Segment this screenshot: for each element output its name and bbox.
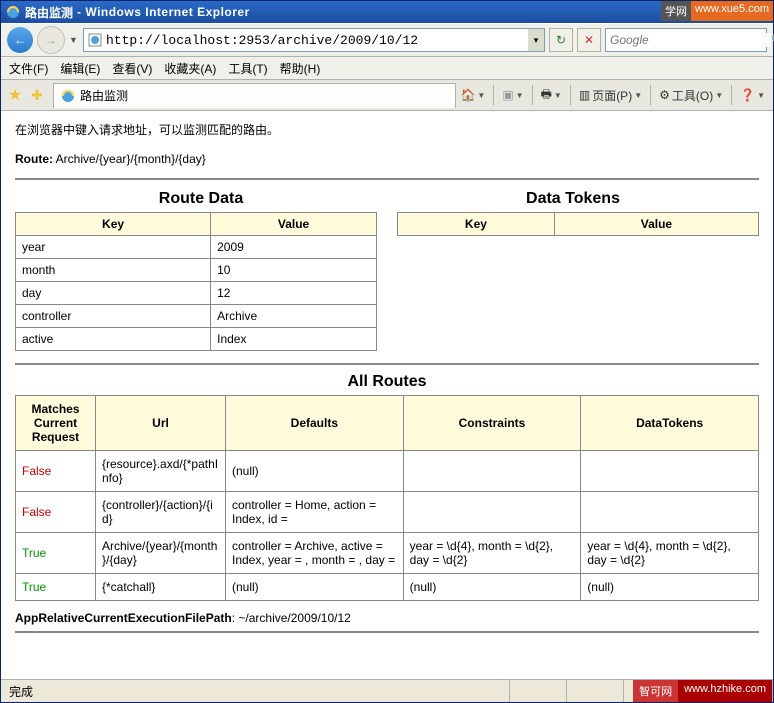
favorites-button[interactable]: ★ (5, 85, 25, 105)
back-button[interactable]: ← (7, 27, 33, 53)
th-matches: Matches Current Request (16, 396, 96, 451)
search-input[interactable] (606, 33, 771, 47)
all-routes-table: Matches Current Request Url Defaults Con… (15, 395, 759, 601)
menu-favorites[interactable]: 收藏夹(A) (164, 60, 216, 77)
page-icon-small: ▥ (579, 88, 590, 102)
rss-icon: ▣ (502, 88, 513, 102)
route-label: Route: (15, 152, 53, 166)
stop-button[interactable]: ✕ (577, 28, 601, 52)
th-datatokens: DataTokens (581, 396, 759, 451)
menu-help[interactable]: 帮助(H) (280, 60, 321, 77)
data-tokens-table: KeyValue (397, 212, 759, 236)
search-box[interactable]: 🔍 (605, 28, 767, 52)
print-button[interactable]: 🖶▼ (537, 84, 566, 106)
tools-menu-button[interactable]: ⚙工具(O)▼ (655, 84, 727, 106)
th-constraints: Constraints (403, 396, 581, 451)
intro-text: 在浏览器中键入请求地址，可以监测匹配的路由。 (15, 121, 759, 138)
print-icon: 🖶 (541, 85, 552, 106)
app-title-text: - Windows Internet Explorer (77, 5, 250, 19)
th-key2: Key (398, 213, 555, 236)
home-icon: 🏠 (460, 88, 475, 102)
filepath-value: : ~/archive/2009/10/12 (232, 611, 351, 625)
tab-ie-icon (60, 88, 76, 104)
menu-tools[interactable]: 工具(T) (228, 60, 267, 77)
page-content: 在浏览器中键入请求地址，可以监测匹配的路由。 Route: Archive/{y… (1, 111, 773, 679)
address-dropdown[interactable]: ▾ (528, 29, 544, 51)
browser-tab[interactable]: 路由监测 (53, 83, 456, 108)
menu-edit[interactable]: 编辑(E) (60, 60, 100, 77)
refresh-button[interactable]: ↻ (549, 28, 573, 52)
th-key: Key (16, 213, 211, 236)
table-row: activeIndex (16, 328, 377, 351)
table-row: True{*catchall}(null)(null)(null) (16, 574, 759, 601)
page-menu-button[interactable]: ▥页面(P)▼ (575, 84, 646, 106)
page-icon (87, 32, 103, 48)
th-value: Value (211, 213, 377, 236)
table-row: False{resource}.axd/{*pathInfo}(null) (16, 451, 759, 492)
address-bar[interactable]: ▾ (83, 28, 545, 52)
status-done: 完成 (1, 680, 510, 702)
table-row: year2009 (16, 236, 377, 259)
route-data-table: KeyValue year2009month10day12controllerA… (15, 212, 377, 351)
nav-bar: ← → ▼ ▾ ↻ ✕ 🔍 (1, 23, 773, 57)
watermark-top: 学网 www.xue5.com (661, 1, 773, 21)
filepath-label: AppRelativeCurrentExecutionFilePath (15, 611, 232, 625)
data-tokens-heading: Data Tokens (387, 184, 759, 212)
th-value2: Value (554, 213, 758, 236)
help-icon: ❓ (740, 88, 755, 102)
address-input[interactable] (106, 33, 528, 48)
menu-bar: 文件(F) 编辑(E) 查看(V) 收藏夹(A) 工具(T) 帮助(H) (1, 57, 773, 80)
gear-icon: ⚙ (659, 88, 670, 102)
page-title-text: 路由监测 (25, 4, 73, 21)
table-row: month10 (16, 259, 377, 282)
feeds-button[interactable]: ▣▼ (498, 84, 527, 106)
route-data-heading: Route Data (15, 184, 387, 212)
all-routes-heading: All Routes (15, 369, 759, 395)
home-button[interactable]: 🏠▼ (456, 84, 489, 106)
th-url: Url (96, 396, 226, 451)
route-value: Archive/{year}/{month}/{day} (53, 152, 206, 166)
watermark-bottom: 智可网 www.hzhike.com (633, 680, 772, 702)
title-bar: 路由监测 - Windows Internet Explorer ─ □ ✕ 学… (1, 1, 773, 23)
ie-icon (5, 4, 21, 20)
menu-view[interactable]: 查看(V) (112, 60, 152, 77)
add-favorite-button[interactable]: ✚ (27, 85, 47, 105)
tab-label: 路由监测 (80, 87, 128, 104)
table-row: False{controller}/{action}/{id}controlle… (16, 492, 759, 533)
table-row: TrueArchive/{year}/{month}/{day}controll… (16, 533, 759, 574)
forward-button: → (37, 26, 65, 54)
th-defaults: Defaults (226, 396, 404, 451)
table-row: day12 (16, 282, 377, 305)
menu-file[interactable]: 文件(F) (9, 60, 48, 77)
help-button[interactable]: ❓▼ (736, 84, 769, 106)
nav-history-dropdown[interactable]: ▼ (69, 35, 79, 45)
tab-bar: ★ ✚ 路由监测 🏠▼ ▣▼ 🖶▼ ▥页面(P)▼ ⚙工具(O)▼ ❓▼ (1, 80, 773, 111)
table-row: controllerArchive (16, 305, 377, 328)
